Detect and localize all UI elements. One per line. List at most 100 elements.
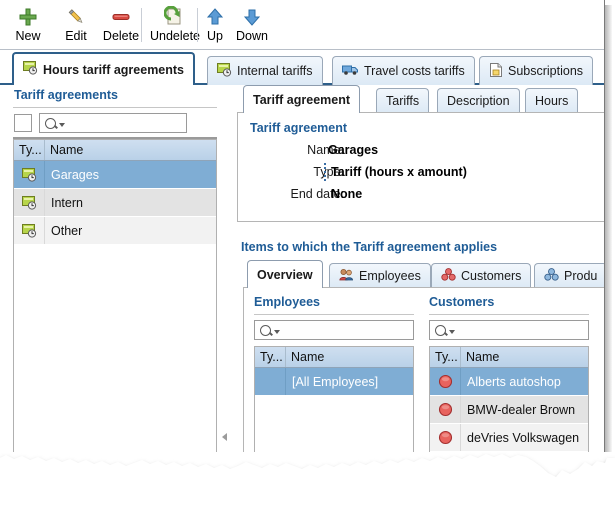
customer-icon (430, 368, 461, 395)
field-value-type: Tariff (hours x amount) (331, 165, 467, 179)
new-label: New (15, 29, 41, 43)
tab-employees[interactable]: Employees (329, 263, 431, 288)
field-value-name: Garages (328, 143, 379, 157)
toolbar-separator-1 (141, 8, 142, 42)
tab-label: Employees (359, 269, 421, 283)
customer-icon (430, 396, 461, 423)
grid-empty-area (14, 245, 216, 445)
row-name: deVries Volkswagen (467, 430, 580, 445)
table-row[interactable]: Intern (14, 189, 216, 217)
tab-label: Travel costs tariffs (364, 64, 465, 78)
toolbar-separator-2 (197, 8, 198, 42)
grid-header-row: Ty... Name (430, 347, 588, 368)
row-name: Intern (51, 195, 83, 210)
down-button[interactable]: Down (229, 3, 275, 47)
row-name: BMW-dealer Brown (467, 402, 576, 417)
tab-tariff-agreement[interactable]: Tariff agreement (243, 85, 361, 113)
column-header-type[interactable]: Ty... (255, 347, 286, 367)
window-frame: New Edit Delete Undelete Up Down Hours t… (0, 0, 605, 470)
divider (429, 314, 589, 315)
select-all-checkbox[interactable] (14, 114, 32, 132)
hours-tariff-icon (14, 161, 45, 188)
tab-label: Subscriptions (508, 64, 584, 78)
main-tab-strip: Hours tariff agreements Internal tariffs (0, 50, 604, 85)
row-name: [All Employees] (292, 374, 379, 389)
field-value-end-date: None (331, 187, 363, 201)
tab-label: Tariffs (386, 94, 420, 108)
tab-label: Hours (535, 94, 569, 108)
hours-tariff-icon (23, 61, 38, 78)
new-button[interactable]: New (2, 3, 54, 47)
tab-description[interactable]: Description (437, 88, 520, 113)
arrow-up-icon (199, 5, 231, 29)
tab-label: Overview (257, 267, 313, 282)
products-icon (544, 268, 559, 284)
items-section-title: Items to which the Tariff agreement appl… (241, 240, 498, 254)
table-row[interactable]: BMW-dealer Brown (430, 396, 588, 424)
tab-label: Internal tariffs (237, 64, 313, 78)
subscription-icon (489, 62, 503, 80)
table-row[interactable]: [All Employees] (255, 368, 413, 396)
tab-subscriptions[interactable]: Subscriptions (479, 56, 594, 85)
employees-title: Employees (254, 295, 321, 309)
plus-icon (2, 5, 54, 29)
tab-tariffs[interactable]: Tariffs (376, 88, 430, 113)
customers-search-input[interactable] (429, 320, 589, 340)
employees-grid[interactable]: Ty... Name [All Employees] (254, 346, 414, 468)
up-button[interactable]: Up (199, 3, 231, 47)
panel-splitter[interactable] (219, 85, 231, 469)
hours-tariff-icon (14, 217, 45, 244)
search-icon (260, 324, 271, 336)
grid-header-row: Ty... Name (14, 140, 216, 161)
content-area: Tariff agreements Ty... Name Garages Int… (0, 85, 604, 469)
column-header-name[interactable]: Name (45, 140, 216, 160)
row-name: Alberts autoshop (467, 374, 561, 389)
down-label: Down (236, 29, 268, 43)
customers-grid[interactable]: Ty... Name Alberts autoshop BMW-dealer B… (429, 346, 589, 468)
search-icon (45, 117, 56, 129)
search-input[interactable] (39, 113, 187, 133)
table-row[interactable]: deVries Volkswagen (430, 424, 588, 452)
table-row[interactable]: Other (14, 217, 216, 245)
employees-search-input[interactable] (254, 320, 414, 340)
chevron-down-icon[interactable] (274, 330, 280, 334)
column-header-type[interactable]: Ty... (430, 347, 461, 367)
row-name: Other (51, 223, 83, 238)
application-window: New Edit Delete Undelete Up Down Hours t… (0, 0, 615, 509)
tab-products[interactable]: Produ (534, 263, 604, 288)
arrow-down-icon (229, 5, 275, 29)
hours-tariff-icon (14, 189, 45, 216)
column-header-name[interactable]: Name (286, 347, 413, 367)
items-tab-strip: Overview Employees Customers Produ (243, 260, 604, 288)
tariff-agreements-grid[interactable]: Ty... Name Garages Intern Other (13, 139, 217, 469)
customers-title: Customers (429, 295, 495, 309)
table-row[interactable]: Garages (14, 161, 216, 189)
grid-header-row: Ty... Name (255, 347, 413, 368)
tab-overview[interactable]: Overview (247, 260, 323, 288)
collapse-left-icon[interactable] (222, 433, 227, 441)
tab-label: Description (447, 94, 510, 108)
torn-paper-edge (0, 452, 615, 509)
tab-label: Tariff agreement (253, 92, 351, 107)
divider (254, 314, 414, 315)
truck-icon (342, 63, 359, 79)
tariff-agreements-panel: Tariff agreements Ty... Name Garages Int… (0, 85, 218, 469)
tab-travel-costs-tariffs[interactable]: Travel costs tariffs (332, 56, 475, 85)
table-row[interactable]: Alberts autoshop (430, 368, 588, 396)
panel-title: Tariff agreements (14, 88, 118, 102)
customer-icon (430, 424, 461, 451)
customers-icon (441, 268, 456, 284)
chevron-down-icon[interactable] (59, 123, 65, 127)
column-header-type[interactable]: Ty... (14, 140, 45, 160)
tab-hours[interactable]: Hours (525, 88, 579, 113)
chevron-down-icon[interactable] (449, 330, 455, 334)
tab-customers[interactable]: Customers (431, 263, 532, 288)
search-icon (435, 324, 446, 336)
tab-label: Customers (461, 269, 522, 283)
detail-tab-strip: Tariff agreement Tariffs Description Hou… (237, 85, 604, 113)
tab-internal-tariffs[interactable]: Internal tariffs (207, 56, 323, 85)
row-name: Garages (51, 167, 99, 182)
tab-hours-tariff-agreements[interactable]: Hours tariff agreements (12, 52, 196, 85)
row-icon-empty (255, 368, 286, 395)
column-header-name[interactable]: Name (461, 347, 588, 367)
